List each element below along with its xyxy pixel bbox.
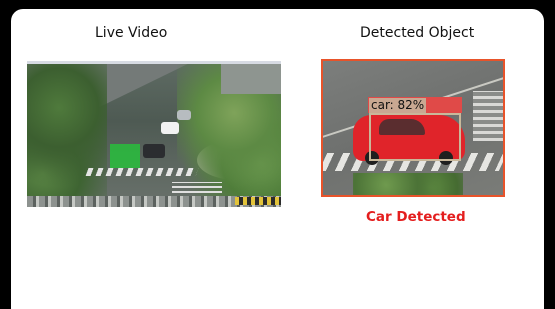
detected-object-image: car: 82%	[321, 59, 505, 197]
video-building	[221, 64, 281, 94]
detection-zone	[110, 144, 140, 168]
live-video-feed	[27, 61, 281, 207]
video-yellow-barrier	[235, 197, 281, 205]
detection-confidence-label: car: 82%	[369, 98, 427, 113]
app-window: Live Video Detected Object car: 82% Car …	[11, 9, 544, 309]
detected-bushes	[353, 173, 463, 195]
video-crosswalk	[85, 168, 199, 176]
video-trees-left	[27, 64, 107, 207]
video-car-white	[161, 122, 179, 134]
detection-status: Car Detected	[366, 209, 466, 225]
detected-crosswalk-corner	[473, 91, 503, 141]
bounding-box	[369, 113, 461, 161]
video-car-grey	[177, 110, 191, 120]
video-car-dark	[143, 144, 165, 158]
live-video-title: Live Video	[95, 25, 168, 41]
detected-object-title: Detected Object	[360, 25, 475, 41]
